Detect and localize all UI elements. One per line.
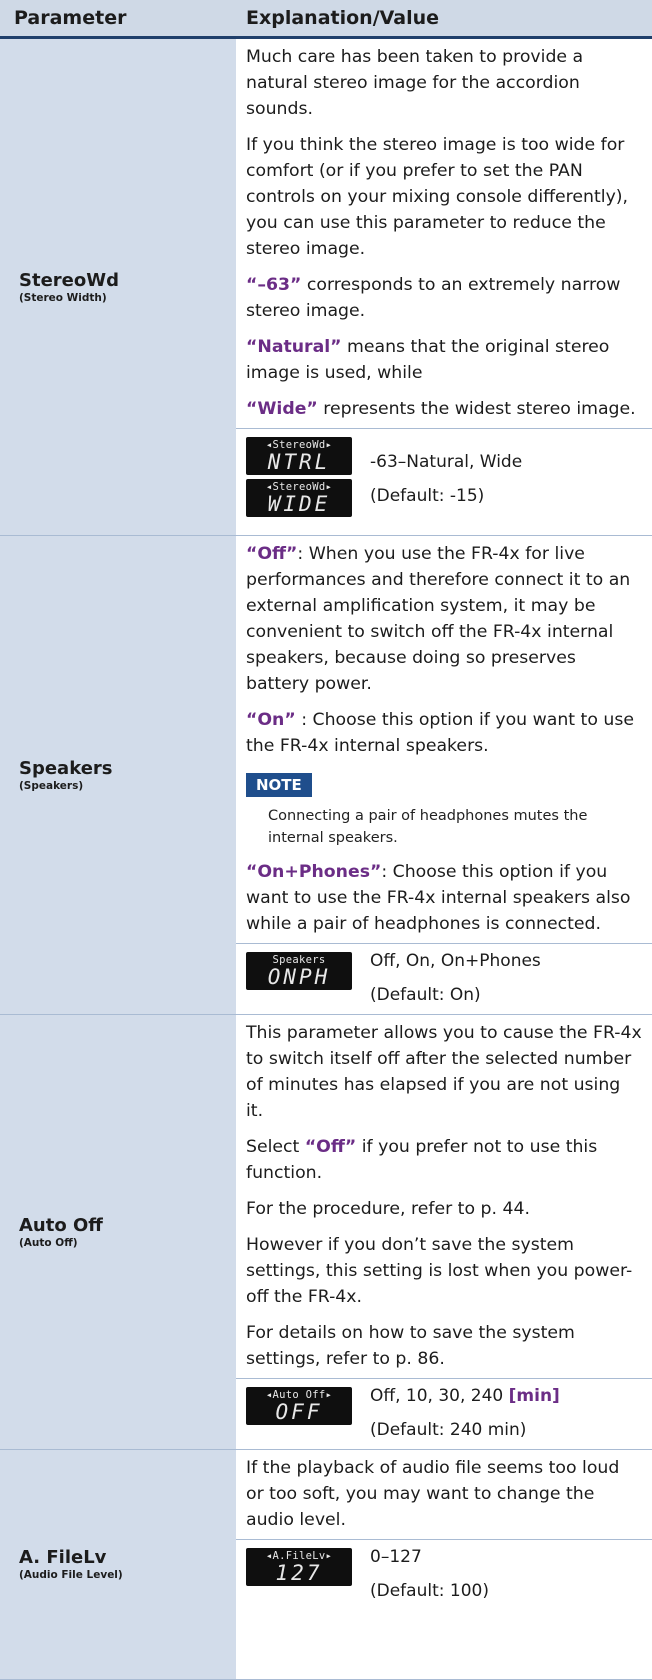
value-keyword: “Wide” <box>246 399 318 419</box>
explanation-cell: If the playback of audio file seems too … <box>236 1449 652 1680</box>
value-keyword: “Off” <box>304 1137 357 1157</box>
lcd-display: ◂Auto Off▸ OFF <box>246 1387 352 1425</box>
parameter-table: Parameter Explanation/Value StereoWd (St… <box>0 0 652 1680</box>
table-row: Auto Off (Auto Off) This parameter allow… <box>0 1014 652 1450</box>
paragraph-text: : When you use the FR-4x for live perfor… <box>246 544 631 694</box>
paragraph: “Wide” represents the widest stereo imag… <box>246 396 642 422</box>
value-keyword: “On” <box>246 710 296 730</box>
paragraph-text: corresponds to an extremely narrow stere… <box>246 275 621 321</box>
value-keyword: “Off” <box>246 544 298 564</box>
lcd-main-text: OFF <box>275 1400 323 1424</box>
paragraph: For details on how to save the system se… <box>246 1323 575 1369</box>
range-line: Off, 10, 30, 240 [min] <box>370 1383 560 1409</box>
header-parameter: Parameter <box>0 0 236 39</box>
value-range: 0–127 (Default: 100) <box>362 1544 489 1604</box>
default-text: (Default: 240 min) <box>370 1420 527 1440</box>
value-keyword: “On+Phones” <box>246 862 382 882</box>
lcd-main-text: NTRL <box>267 450 331 474</box>
paragraph-text: Select <box>246 1137 305 1157</box>
unit-label: [min] <box>508 1386 560 1406</box>
param-name: Auto Off <box>19 1214 103 1236</box>
param-subname: (Auto Off) <box>19 1236 78 1249</box>
paragraph: However if you don’t save the system set… <box>246 1235 633 1307</box>
param-subname: (Audio File Level) <box>19 1569 123 1581</box>
paragraph-text: : Choose this option if you want to use … <box>246 710 634 756</box>
paragraph: “Off”: When you use the FR-4x for live p… <box>246 541 642 697</box>
default-text: (Default: 100) <box>370 1581 489 1601</box>
param-name: A. FileLv <box>19 1547 107 1568</box>
range-text: 0–127 <box>370 1547 422 1567</box>
param-subname: (Stereo Width) <box>19 291 107 304</box>
paragraph: “On+Phones”: Choose this option if you w… <box>246 859 642 937</box>
value-keyword: “–63” <box>246 275 302 295</box>
paragraph: If the playback of audio file seems too … <box>246 1458 620 1530</box>
paragraph: Select “Off” if you prefer not to use th… <box>246 1134 642 1186</box>
explanation-cell: Much care has been taken to provide a na… <box>236 37 652 536</box>
table-row: A. FileLv (Audio File Level) If the play… <box>0 1449 652 1680</box>
paragraph: “On” : Choose this option if you want to… <box>246 707 642 759</box>
value-keyword: “Natural” <box>246 337 342 357</box>
lcd-group: ◂StereoWd▸ NTRL ◂StereoWd▸ WIDE <box>246 437 362 517</box>
lcd-group: Speakers ONPH <box>246 952 362 990</box>
value-range: Off, 10, 30, 240 [min] (Default: 240 min… <box>362 1383 560 1443</box>
default-text: (Default: -15) <box>370 486 485 506</box>
value-range: -63–Natural, Wide (Default: -15) <box>362 437 522 509</box>
param-name: StereoWd <box>19 269 119 291</box>
lcd-display: ◂StereoWd▸ NTRL <box>246 437 352 475</box>
explanation-text: If the playback of audio file seems too … <box>236 1450 652 1539</box>
param-name: Speakers <box>19 757 113 779</box>
paragraph: “–63” corresponds to an extremely narrow… <box>246 272 642 324</box>
explanation-text: Much care has been taken to provide a na… <box>236 39 652 428</box>
lcd-display: ◂A.FileLv▸ 127 <box>246 1548 352 1586</box>
range-text: Off, On, On+Phones <box>370 951 541 971</box>
explanation-text: This parameter allows you to cause the F… <box>236 1015 652 1378</box>
param-cell: Auto Off (Auto Off) <box>0 1014 236 1450</box>
value-row: ◂StereoWd▸ NTRL ◂StereoWd▸ WIDE -63–Natu… <box>236 428 652 523</box>
explanation-text: “Off”: When you use the FR-4x for live p… <box>236 536 652 943</box>
paragraph: Much care has been taken to provide a na… <box>246 47 584 119</box>
explanation-cell: This parameter allows you to cause the F… <box>236 1014 652 1450</box>
lcd-display: ◂StereoWd▸ WIDE <box>246 479 352 517</box>
param-subname: (Speakers) <box>19 779 84 792</box>
value-row: Speakers ONPH Off, On, On+Phones (Defaul… <box>236 943 652 1014</box>
paragraph: If you think the stereo image is too wid… <box>246 135 629 259</box>
lcd-group: ◂A.FileLv▸ 127 <box>246 1548 362 1586</box>
param-cell: StereoWd (Stereo Width) <box>0 37 236 536</box>
range-text: -63–Natural, Wide <box>370 452 523 472</box>
header-explanation: Explanation/Value <box>236 0 652 39</box>
param-cell: Speakers (Speakers) <box>0 535 236 1015</box>
lcd-main-text: 127 <box>275 1561 323 1585</box>
note-badge: NOTE <box>246 773 312 797</box>
table-row: StereoWd (Stereo Width) Much care has be… <box>0 37 652 536</box>
explanation-cell: “Off”: When you use the FR-4x for live p… <box>236 535 652 1015</box>
value-row: ◂Auto Off▸ OFF Off, 10, 30, 240 [min] (D… <box>236 1378 652 1449</box>
paragraph: This parameter allows you to cause the F… <box>246 1023 642 1121</box>
lcd-display: Speakers ONPH <box>246 952 352 990</box>
param-cell: A. FileLv (Audio File Level) <box>0 1449 236 1680</box>
table-header-row: Parameter Explanation/Value <box>0 0 652 39</box>
value-range: Off, On, On+Phones (Default: On) <box>362 948 541 1008</box>
value-row: ◂A.FileLv▸ 127 0–127 (Default: 100) <box>236 1539 652 1610</box>
paragraph-text: represents the widest stereo image. <box>317 399 636 419</box>
paragraph: “Natural” means that the original stereo… <box>246 334 642 386</box>
lcd-main-text: ONPH <box>267 965 331 989</box>
table-row: Speakers (Speakers) “Off”: When you use … <box>0 535 652 1015</box>
default-text: (Default: On) <box>370 985 481 1005</box>
lcd-group: ◂Auto Off▸ OFF <box>246 1387 362 1425</box>
paragraph: For the procedure, refer to p. 44. <box>246 1199 530 1219</box>
range-text: Off, 10, 30, 240 <box>370 1386 509 1406</box>
note-text: Connecting a pair of headphones mutes th… <box>268 808 588 846</box>
lcd-main-text: WIDE <box>267 492 331 516</box>
